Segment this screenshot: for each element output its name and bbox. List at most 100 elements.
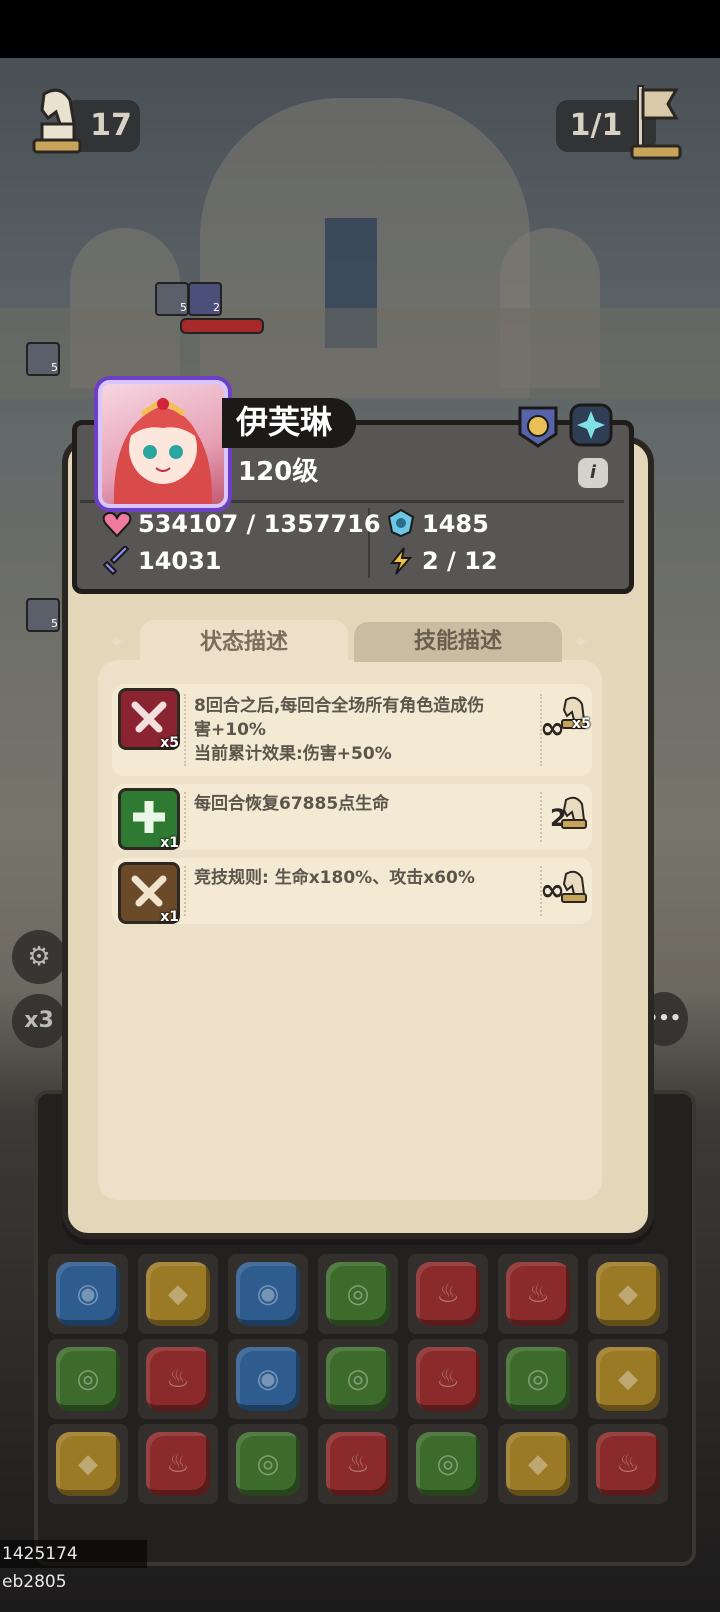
board-cell[interactable]: ◉ [48, 1254, 128, 1334]
effect-description: 每回合恢复67885点生命 [194, 792, 389, 816]
board-cell[interactable]: ♨ [138, 1339, 218, 1419]
effect-row: x5 8回合之后,每回合全场所有角色造成伤 害+10% 当前累计效果:伤害+50… [112, 684, 592, 776]
tab-status-label: 状态描述 [199, 630, 288, 655]
effect-line: 当前累计效果:伤害+50% [194, 744, 392, 764]
yellow-gem[interactable]: ◆ [596, 1347, 660, 1411]
red-gem[interactable]: ♨ [506, 1262, 570, 1326]
class-badge-icon [516, 404, 560, 450]
blue-gem[interactable]: ◉ [236, 1347, 300, 1411]
board-cell[interactable]: ♨ [588, 1424, 668, 1504]
board-cell[interactable]: ◉ [228, 1254, 308, 1334]
board-cell[interactable]: ◎ [408, 1424, 488, 1504]
blue-gem-icon: ◉ [76, 1279, 100, 1309]
flag-icon [630, 82, 684, 164]
heal-buff-icon: x1 [118, 788, 180, 851]
enemy-buff-stack: 5 [51, 617, 58, 630]
board-cell[interactable]: ◆ [498, 1424, 578, 1504]
effect-description: 8回合之后,每回合全场所有角色造成伤 害+10% 当前累计效果:伤害+50% [194, 694, 484, 766]
hp-value: 534107 / 1357716 [138, 510, 381, 538]
tab-status[interactable]: 状态描述 [140, 620, 348, 666]
knight-turn-icon [558, 868, 588, 908]
row-separator [540, 792, 542, 842]
yellow-gem-icon: ◆ [618, 1279, 638, 1309]
enemy-buff-icon: 2 [188, 282, 222, 316]
yellow-gem[interactable]: ◆ [146, 1262, 210, 1326]
green-gem[interactable]: ◎ [56, 1347, 120, 1411]
yellow-gem[interactable]: ◆ [56, 1432, 120, 1496]
effect-description: 竞技规则: 生命x180%、攻击x60% [194, 866, 475, 890]
board-cell[interactable]: ♨ [408, 1339, 488, 1419]
row-separator [184, 792, 186, 842]
green-gem[interactable]: ◎ [326, 1262, 390, 1326]
board-cell[interactable]: ◎ [318, 1339, 398, 1419]
board-cell[interactable]: ◎ [48, 1339, 128, 1419]
effect-row: x1 每回合恢复67885点生命 2 [112, 784, 592, 851]
blue-gem[interactable]: ◉ [56, 1262, 120, 1326]
knight-turn-icon [558, 794, 588, 834]
heart-hp-icon [102, 510, 132, 538]
effect-stack: x5 [160, 735, 179, 751]
info-button[interactable]: i [578, 458, 608, 488]
board-cell[interactable]: ♨ [138, 1424, 218, 1504]
board-cell[interactable]: ◆ [138, 1254, 218, 1334]
board-cell[interactable]: ♨ [318, 1424, 398, 1504]
hero-portrait [98, 380, 228, 508]
board-cell[interactable]: ◎ [228, 1424, 308, 1504]
green-gem[interactable]: ◎ [326, 1347, 390, 1411]
board-cell[interactable]: ◆ [588, 1254, 668, 1334]
yellow-gem[interactable]: ◆ [506, 1432, 570, 1496]
sword-attack-icon [102, 544, 132, 576]
green-gem-icon: ◎ [256, 1449, 280, 1479]
energy-value: 2 / 12 [422, 547, 498, 575]
board-cell[interactable]: ◆ [588, 1339, 668, 1419]
board-cell[interactable]: ◉ [228, 1339, 308, 1419]
tab-skills[interactable]: 技能描述 [354, 622, 562, 662]
red-gem-icon: ♨ [166, 1364, 190, 1394]
board-cell[interactable]: ◆ [48, 1424, 128, 1504]
red-gem[interactable]: ♨ [416, 1347, 480, 1411]
board-cell[interactable]: ♨ [498, 1254, 578, 1334]
red-gem-icon: ♨ [166, 1449, 190, 1479]
effect-line: 竞技规则: 生命x180%、攻击x60% [194, 868, 475, 888]
red-gem-icon: ♨ [346, 1449, 370, 1479]
hero-portrait-art [113, 396, 213, 504]
attack-value: 14031 [138, 547, 222, 575]
decor-star-right-icon: ✦ [572, 630, 589, 654]
blue-gem-icon: ◉ [256, 1364, 280, 1394]
effect-row: x1 竞技规则: 生命x180%、攻击x60% ∞ [112, 858, 592, 925]
green-gem-icon: ◎ [346, 1364, 370, 1394]
arena-rule-icon: x1 [118, 862, 180, 925]
effect-line: 每回合恢复67885点生命 [194, 794, 390, 814]
red-gem[interactable]: ♨ [416, 1262, 480, 1326]
enemy-buff-icon: 5 [155, 282, 189, 316]
blue-gem-icon: ◉ [256, 1279, 280, 1309]
speed-button[interactable]: x3 [12, 994, 66, 1048]
green-gem[interactable]: ◎ [236, 1432, 300, 1496]
build-id: 1425174 eb2805 [0, 1540, 147, 1592]
green-gem-icon: ◎ [76, 1364, 100, 1394]
green-gem-icon: ◎ [436, 1449, 460, 1479]
red-gem[interactable]: ♨ [326, 1432, 390, 1496]
blue-gem[interactable]: ◉ [236, 1262, 300, 1326]
element-badge-icon [568, 402, 614, 448]
board-cell[interactable]: ◎ [498, 1339, 578, 1419]
red-gem[interactable]: ♨ [596, 1432, 660, 1496]
lightning-energy-icon [386, 546, 416, 576]
green-gem[interactable]: ◎ [506, 1347, 570, 1411]
knight-piece-icon [30, 84, 82, 162]
hero-name: 伊芙琳 [236, 403, 333, 441]
board-cell[interactable]: ♨ [408, 1254, 488, 1334]
red-gem-icon: ♨ [526, 1279, 550, 1309]
board-cell[interactable]: ◎ [318, 1254, 398, 1334]
settings-gear-button[interactable]: ⚙ [12, 930, 66, 984]
red-gem[interactable]: ♨ [146, 1432, 210, 1496]
yellow-gem-icon: ◆ [168, 1279, 188, 1309]
green-gem-icon: ◎ [346, 1279, 370, 1309]
effect-stack: x1 [160, 909, 179, 925]
damage-buff-icon: x5 [118, 688, 180, 751]
green-gem[interactable]: ◎ [416, 1432, 480, 1496]
yellow-gem[interactable]: ◆ [596, 1262, 660, 1326]
red-gem[interactable]: ♨ [146, 1347, 210, 1411]
enemy-buff-icon: 5 [26, 342, 60, 376]
yellow-gem-icon: ◆ [78, 1449, 98, 1479]
